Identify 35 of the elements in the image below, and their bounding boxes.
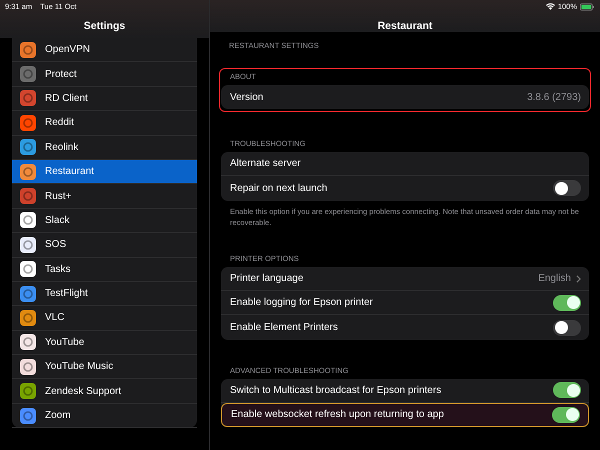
toggle-switch[interactable] xyxy=(553,294,581,311)
sidebar-item[interactable]: Zendesk Support xyxy=(12,379,197,404)
wifi-icon xyxy=(546,3,555,10)
sidebar-item[interactable]: OpenVPN xyxy=(12,38,197,62)
toggle-switch[interactable] xyxy=(553,320,581,336)
sidebar-item[interactable]: VLC xyxy=(12,306,197,331)
sidebar-item[interactable]: Protect xyxy=(12,62,197,87)
page-title: Restaurant xyxy=(376,20,434,32)
toggle-switch[interactable] xyxy=(552,406,580,423)
row-label: Repair on next launch xyxy=(230,182,328,194)
sidebar-title: Settings xyxy=(82,20,126,32)
sidebar-item[interactable]: Restaurant xyxy=(12,160,197,184)
sidebar-item[interactable]: Tasks xyxy=(12,258,197,282)
sidebar-item[interactable]: Rust+ xyxy=(12,184,197,209)
sidebar-item[interactable]: Zoom xyxy=(12,404,197,428)
row-value: English xyxy=(538,273,571,284)
row-value: 3.8.6 (2793) xyxy=(527,92,581,103)
row-label: Enable websocket refresh upon returning to app xyxy=(231,409,445,420)
sidebar-item[interactable]: Slack xyxy=(12,208,197,234)
chevron-icon xyxy=(576,274,581,283)
sidebar-item[interactable]: RD Client xyxy=(12,86,197,112)
toggle-switch[interactable] xyxy=(553,382,581,398)
toggle-switch[interactable] xyxy=(553,180,581,196)
row-label: Enable Element Printers xyxy=(230,322,339,334)
sidebar-item[interactable]: YouTube xyxy=(12,330,197,356)
row-label: Alternate server xyxy=(230,158,302,170)
battery-icon xyxy=(580,2,594,10)
sidebar-item[interactable]: SOS xyxy=(12,233,197,258)
sidebar-item[interactable]: Reddit xyxy=(12,111,197,136)
sidebar-item[interactable]: YouTube Music xyxy=(12,355,197,380)
row-label: Printer language xyxy=(230,273,304,284)
row-label: Version xyxy=(230,92,264,103)
row-label: Switch to Multicast broadcast for Epson printers xyxy=(230,384,442,396)
sidebar-item[interactable]: TestFlight xyxy=(12,282,197,306)
row-label: Enable logging for Epson printer xyxy=(230,297,374,308)
